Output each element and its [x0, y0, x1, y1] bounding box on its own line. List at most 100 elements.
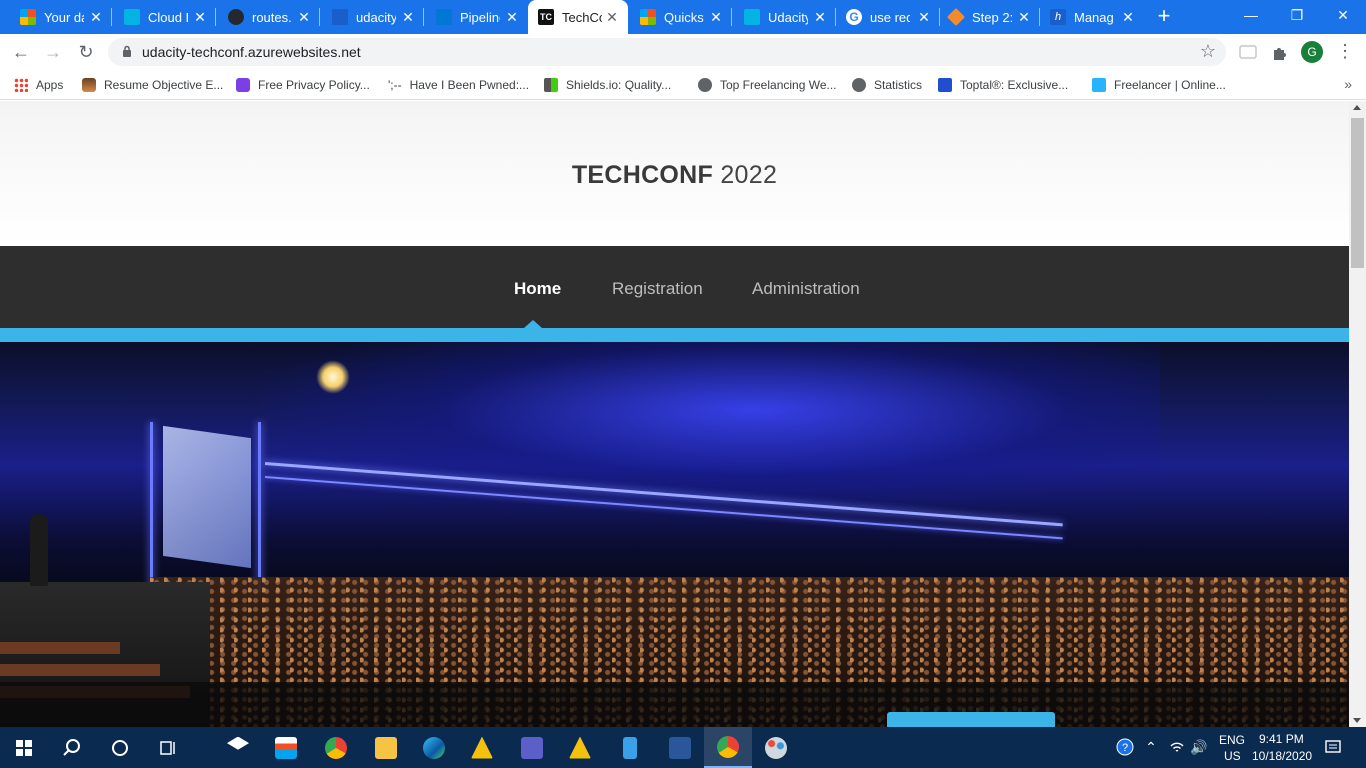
- close-icon[interactable]: ✕: [88, 9, 104, 25]
- tab-label: Quickst: [664, 9, 704, 25]
- chrome-active-icon[interactable]: [704, 727, 752, 768]
- url-text: udacity-techconf.azurewebsites.net: [142, 44, 361, 60]
- puzzle-extensions-icon[interactable]: [1270, 42, 1290, 62]
- tab-label: Step 2:: [972, 9, 1012, 25]
- new-tab-button[interactable]: +: [1152, 5, 1176, 29]
- pwned-icon: ';--: [388, 78, 402, 92]
- bookmark-label: Top Freelancing We...: [720, 78, 837, 92]
- forward-button[interactable]: →: [41, 40, 65, 64]
- nav-administration[interactable]: Administration: [752, 279, 860, 299]
- nav-home[interactable]: Home: [514, 279, 561, 299]
- reload-button[interactable]: ↻: [74, 40, 98, 64]
- tab-step-2[interactable]: Step 2: ✕: [940, 0, 1040, 34]
- site-brand: TECHCONF: [571, 161, 714, 189]
- page-scrollbar[interactable]: [1349, 101, 1366, 727]
- address-bar[interactable]: udacity-techconf.azurewebsites.net ☆: [108, 38, 1226, 66]
- tab-udacity-2[interactable]: Udacity ✕: [732, 0, 836, 34]
- edge-icon[interactable]: [410, 727, 458, 768]
- profile-avatar[interactable]: G: [1301, 41, 1323, 63]
- app-a-icon-2[interactable]: [556, 727, 604, 768]
- notepad-icon[interactable]: [606, 727, 654, 768]
- back-button[interactable]: ←: [9, 40, 33, 64]
- store-icon[interactable]: [262, 727, 310, 768]
- bookmark-privacy[interactable]: Free Privacy Policy...: [236, 76, 370, 94]
- svg-text:?: ?: [1122, 742, 1128, 754]
- tab-manage[interactable]: h Manag ✕: [1040, 0, 1144, 34]
- clock-date[interactable]: 10/18/2020: [1252, 749, 1312, 763]
- google-icon: G: [846, 9, 862, 25]
- chrome-icon[interactable]: [312, 727, 360, 768]
- tab-udacity[interactable]: udacity ✕: [320, 0, 424, 34]
- extension-icon[interactable]: [1238, 42, 1258, 62]
- bookmark-freelancing[interactable]: Top Freelancing We...: [698, 76, 837, 94]
- hackerrank-icon: h: [1050, 9, 1066, 25]
- bookmark-resume[interactable]: Resume Objective E...: [82, 76, 223, 94]
- close-icon[interactable]: ✕: [504, 9, 520, 25]
- more-menu-icon[interactable]: ⋮: [1336, 40, 1354, 64]
- help-icon[interactable]: ?: [1116, 738, 1134, 756]
- close-icon[interactable]: ✕: [812, 9, 828, 25]
- notifications-icon[interactable]: [1324, 738, 1342, 756]
- close-icon[interactable]: ✕: [916, 9, 932, 25]
- bookmark-label: Statistics: [874, 78, 923, 92]
- volume-icon[interactable]: 🔊: [1190, 738, 1208, 756]
- site-header: TECHCONF 2022: [0, 101, 1349, 246]
- tab-your-data[interactable]: Your da ✕: [0, 0, 112, 34]
- paint-icon[interactable]: [752, 727, 800, 768]
- teams-icon[interactable]: [508, 727, 556, 768]
- tab-label: use red: [870, 9, 910, 25]
- scroll-down-icon[interactable]: [1353, 718, 1361, 723]
- tab-routes[interactable]: routes.p ✕: [216, 0, 320, 34]
- close-icon[interactable]: ✕: [708, 9, 724, 25]
- spotlight: [316, 360, 350, 394]
- stage-screen: [163, 425, 251, 569]
- close-icon[interactable]: ✕: [192, 9, 208, 25]
- restore-button[interactable]: ❐: [1274, 0, 1320, 30]
- site-title[interactable]: TECHCONF 2022: [0, 161, 1349, 190]
- windows-start-icon[interactable]: [0, 727, 48, 768]
- minimize-button[interactable]: —: [1228, 0, 1274, 30]
- bookmark-statistics[interactable]: Statistics: [852, 76, 922, 94]
- file-explorer-icon[interactable]: [362, 727, 410, 768]
- bookmark-toptal[interactable]: Toptal®: Exclusive...: [938, 76, 1068, 94]
- word-icon[interactable]: [656, 727, 704, 768]
- tab-pipelines[interactable]: Pipeline ✕: [424, 0, 528, 34]
- privacy-policy-icon: [236, 78, 250, 92]
- close-icon[interactable]: ✕: [400, 9, 416, 25]
- bookmark-shields[interactable]: Shields.io: Quality...: [544, 76, 671, 94]
- close-icon[interactable]: ✕: [604, 9, 620, 25]
- bookmarks-overflow-icon[interactable]: »: [1344, 76, 1352, 92]
- language-indicator[interactable]: ENG: [1219, 733, 1245, 747]
- tab-quickstart[interactable]: Quickst ✕: [628, 0, 732, 34]
- scroll-up-icon[interactable]: [1353, 105, 1361, 110]
- bookmark-label: Resume Objective E...: [104, 78, 224, 92]
- region-indicator[interactable]: US: [1224, 749, 1241, 763]
- task-view-icon[interactable]: [144, 727, 192, 768]
- hero-cta-button[interactable]: [887, 712, 1055, 727]
- resume-site-icon: [82, 78, 96, 92]
- tab-techconf[interactable]: TC TechCo ✕: [528, 0, 628, 34]
- wifi-icon[interactable]: [1168, 738, 1186, 756]
- close-icon[interactable]: ✕: [1120, 9, 1136, 25]
- close-icon[interactable]: ✕: [1016, 9, 1032, 25]
- active-nav-indicator: [524, 320, 542, 328]
- chevron-up-icon[interactable]: ⌃: [1142, 738, 1160, 756]
- tab-cloud[interactable]: Cloud D ✕: [112, 0, 216, 34]
- dropbox-icon[interactable]: [214, 727, 262, 768]
- tab-use-red[interactable]: G use red ✕: [836, 0, 940, 34]
- bookmark-star-icon[interactable]: ☆: [1200, 41, 1216, 62]
- scrollbar-thumb[interactable]: [1351, 118, 1364, 268]
- bookmark-pwned[interactable]: ';-- Have I Been Pwned:...: [388, 76, 529, 94]
- cortana-icon[interactable]: [96, 727, 144, 768]
- bookmark-apps[interactable]: Apps: [14, 76, 63, 94]
- close-window-button[interactable]: ✕: [1320, 0, 1366, 30]
- tab-label: TechCo: [562, 9, 602, 25]
- udacity-icon: [744, 9, 760, 25]
- close-icon[interactable]: ✕: [296, 9, 312, 25]
- search-icon[interactable]: [48, 727, 96, 768]
- app-a-icon[interactable]: [458, 727, 506, 768]
- clock-time[interactable]: 9:41 PM: [1259, 732, 1304, 746]
- bookmark-freelancer[interactable]: Freelancer | Online...: [1092, 76, 1226, 94]
- nav-registration[interactable]: Registration: [612, 279, 703, 299]
- bookmarks-bar: Apps Resume Objective E... Free Privacy …: [0, 70, 1366, 100]
